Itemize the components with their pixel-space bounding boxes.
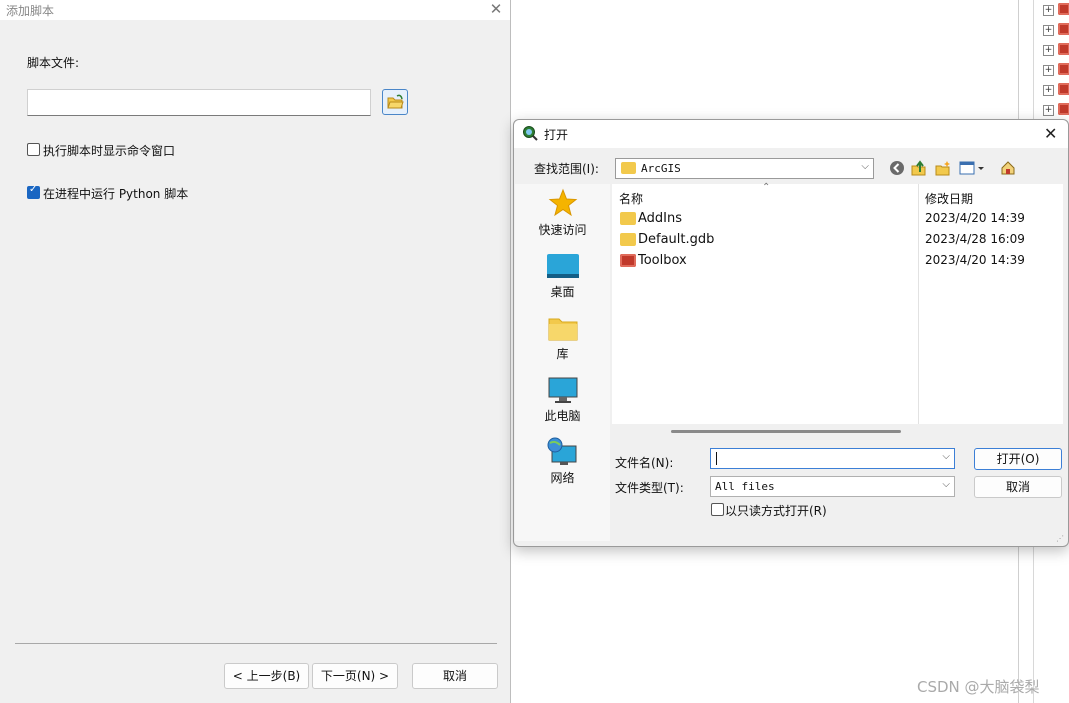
back-button[interactable]: < 上一步(B) (224, 663, 309, 689)
places-bar: 快速访问 桌面 库 此电脑 网络 (515, 184, 610, 541)
home-icon[interactable] (1000, 160, 1016, 176)
read-only-checkbox[interactable] (711, 503, 724, 516)
place-label: 网络 (550, 471, 575, 485)
cancel-button[interactable]: 取消 (412, 663, 498, 689)
wizard-title: 添加脚本 (6, 4, 55, 18)
folder-icon (621, 162, 636, 174)
show-cmd-label: 执行脚本时显示命令窗口 (43, 144, 176, 158)
expand-icon[interactable]: + (1043, 65, 1054, 76)
new-folder-icon[interactable] (935, 160, 951, 176)
column-header-modified[interactable]: 修改日期 (925, 190, 973, 207)
chevron-down-icon: ⌵ (861, 161, 869, 172)
look-in-value: ArcGIS (641, 162, 681, 175)
tree-node[interactable]: + (1043, 43, 1069, 57)
file-row[interactable]: AddIns 2023/4/20 14:39 (612, 209, 1063, 229)
toolbox-icon (1058, 3, 1069, 15)
column-header-name[interactable]: 名称 (619, 190, 643, 207)
open-file-dialog: 打开 ✕ 查找范围(I): ArcGIS ⌵ 快速访问 桌面 库 此电脑 网络 … (513, 119, 1069, 547)
place-network[interactable] (515, 436, 610, 471)
desktop-icon (546, 254, 579, 278)
wizard-titlebar: 添加脚本 ✕ (0, 0, 510, 20)
file-row[interactable]: Toolbox 2023/4/20 14:39 (612, 251, 1063, 271)
chevron-down-icon[interactable]: ⌵ (942, 451, 950, 462)
toolbox-icon (1058, 63, 1069, 75)
file-name: Default.gdb (638, 232, 715, 247)
next-button[interactable]: 下一页(N) > (312, 663, 398, 689)
file-type-label: 文件类型(T): (615, 481, 684, 495)
place-label: 桌面 (550, 285, 575, 299)
file-type-dropdown[interactable]: All files ⌵ (710, 476, 955, 497)
tree-node[interactable]: + (1043, 3, 1069, 17)
tree-node[interactable]: + (1043, 103, 1069, 117)
file-list[interactable]: ⌃ 名称 修改日期 AddIns 2023/4/20 14:39 Default… (612, 182, 1063, 424)
folder-icon (620, 233, 636, 246)
run-in-process-label: 在进程中运行 Python 脚本 (43, 187, 189, 201)
toolbox-icon (1058, 103, 1069, 115)
toolbox-icon (620, 254, 636, 267)
toolbox-icon (1058, 83, 1069, 95)
place-this-pc[interactable] (515, 376, 610, 409)
script-file-input[interactable] (27, 89, 371, 116)
open-dialog-titlebar: 打开 ✕ (514, 120, 1068, 148)
place-quick-access[interactable] (515, 188, 610, 221)
open-folder-icon (387, 94, 404, 109)
expand-icon[interactable]: + (1043, 25, 1054, 36)
folder-icon (620, 212, 636, 225)
search-globe-icon (523, 126, 538, 141)
look-in-dropdown[interactable]: ArcGIS ⌵ (615, 158, 874, 179)
expand-icon[interactable]: + (1043, 45, 1054, 56)
tree-node[interactable]: + (1043, 63, 1069, 77)
sort-ascending-icon: ⌃ (762, 182, 771, 193)
show-cmd-checkbox[interactable] (27, 143, 40, 156)
star-icon (548, 188, 577, 217)
back-icon[interactable] (889, 160, 905, 176)
read-only-label: 以只读方式打开(R) (725, 504, 827, 518)
place-library[interactable] (515, 314, 610, 345)
file-modified: 2023/4/28 16:09 (925, 232, 1025, 246)
up-folder-icon[interactable] (911, 160, 927, 176)
open-button[interactable]: 打开(O) (974, 448, 1062, 470)
browse-button[interactable] (382, 89, 408, 115)
script-file-label: 脚本文件: (27, 56, 80, 70)
file-modified: 2023/4/20 14:39 (925, 211, 1025, 225)
horizontal-scrollbar[interactable] (671, 430, 901, 433)
toolbox-icon (1058, 43, 1069, 55)
file-name-label: 文件名(N): (615, 456, 674, 470)
view-menu-icon[interactable] (959, 160, 985, 176)
place-label: 此电脑 (544, 409, 581, 423)
run-in-process-checkbox[interactable] (27, 184, 40, 199)
text-cursor (716, 452, 717, 465)
place-desktop[interactable] (515, 252, 610, 283)
tree-node[interactable]: + (1043, 83, 1069, 97)
toolbox-icon (1058, 23, 1069, 35)
divider (15, 643, 497, 644)
chevron-down-icon: ⌵ (942, 479, 950, 490)
place-label: 快速访问 (538, 223, 587, 237)
file-row[interactable]: Default.gdb 2023/4/28 16:09 (612, 230, 1063, 250)
computer-icon (548, 377, 577, 403)
expand-icon[interactable]: + (1043, 5, 1054, 16)
expand-icon[interactable]: + (1043, 105, 1054, 116)
file-name-input[interactable]: ⌵ (710, 448, 955, 469)
watermark: CSDN @大脑袋梨 (917, 678, 1040, 696)
file-name: Toolbox (638, 253, 687, 268)
open-dialog-title: 打开 (544, 128, 569, 142)
add-script-dialog: 添加脚本 ✕ 脚本文件: 执行脚本时显示命令窗口 在进程中运行 Python 脚… (0, 0, 511, 703)
close-icon[interactable]: ✕ (1044, 124, 1057, 143)
tree-node[interactable]: + (1043, 23, 1069, 37)
file-name: AddIns (638, 211, 683, 226)
place-label: 库 (556, 347, 569, 361)
network-icon (547, 437, 576, 465)
close-icon[interactable]: ✕ (487, 0, 505, 18)
look-in-label: 查找范围(I): (534, 162, 599, 176)
file-type-value: All files (715, 480, 775, 493)
file-modified: 2023/4/20 14:39 (925, 253, 1025, 267)
cancel-button[interactable]: 取消 (974, 476, 1062, 498)
expand-icon[interactable]: + (1043, 85, 1054, 96)
library-folder-icon (548, 318, 577, 341)
resize-grip-icon[interactable]: ⋰ (1056, 534, 1064, 543)
